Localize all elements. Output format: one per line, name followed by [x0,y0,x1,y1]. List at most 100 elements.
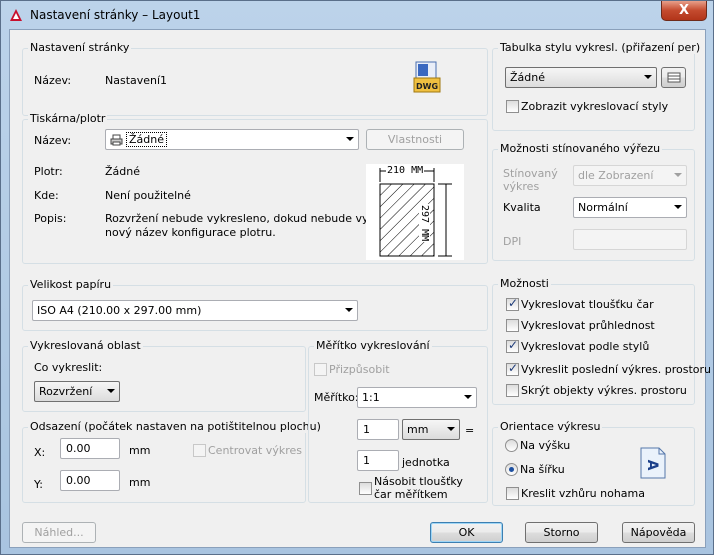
preview-height-label: 297 MM [419,204,430,243]
plot-options-title: Možnosti [498,277,551,290]
plot-style-table-group [492,48,695,131]
scale-unit-select[interactable]: mm [402,419,460,440]
offset-x-input[interactable]: 0.00 [60,438,120,459]
page-setup-dialog: Nastavení stránky – Layout1 X Nastavení … [0,0,714,555]
what-to-plot-value: Rozvržení [39,385,93,398]
plotter-name-select[interactable]: Žádné [105,129,359,150]
plot-with-styles-checkbox[interactable] [506,338,519,353]
offset-x-value: 0.00 [66,442,91,455]
svg-text:A: A [644,460,660,471]
preview-width-label: 210 MM [386,165,425,176]
plot-paperspace-last-checkbox[interactable] [506,361,519,376]
quality-value: Normální [578,201,628,214]
plot-lineweights-checkbox[interactable] [506,296,519,311]
scale-denominator-input[interactable]: 1 [357,450,399,471]
offset-y-label: Y: [34,478,43,491]
cancel-button[interactable]: Storno [525,522,598,543]
offset-y-input[interactable]: 0.00 [60,470,120,491]
description-label: Popis: [34,212,67,225]
window-title: Nastavení stránky – Layout1 [30,8,201,22]
chevron-down-icon [346,137,354,141]
fit-to-paper-checkbox[interactable] [314,363,327,376]
landscape-radio[interactable] [505,463,518,476]
shade-plot-label-line2: výkres [503,180,540,193]
offset-y-value: 0.00 [66,474,91,487]
landscape-label: Na šířku [520,463,565,476]
where-value: Není použitelné [105,189,191,202]
show-plot-styles-label: Zobrazit vykreslovací styly [521,100,669,113]
landscape-orientation-icon: A [640,447,666,479]
paper-size-select[interactable]: ISO A4 (210.00 x 297.00 mm) [32,300,358,321]
paper-size-value: ISO A4 (210.00 x 297.00 mm) [37,304,202,317]
scale-label: Měřítko: [314,391,359,404]
plotter-name-value: Žádné [126,132,167,147]
page-setup-name-value: Nastavení1 [105,74,168,87]
portrait-radio[interactable] [505,439,518,452]
shaded-viewport-title: Možnosti stínovaného výřezu [498,142,663,155]
plot-style-select[interactable]: Žádné [505,67,657,88]
offset-x-unit: mm [129,444,151,457]
drawing-orientation-title: Orientace výkresu [498,420,603,433]
edit-plot-style-button[interactable] [661,67,686,88]
quality-select[interactable]: Normální [573,197,687,218]
equals-sign: = [465,424,475,437]
shade-plot-select[interactable]: dle Zobrazení [573,165,687,186]
plot-scale-title: Měřítko vykreslování [314,339,432,352]
description-line2: nový název konfigurace plotru. [105,226,276,239]
chevron-down-icon [644,75,652,79]
plot-with-styles-label: Vykreslovat podle stylů [521,340,650,353]
dpi-label: DPI [503,235,522,248]
fit-to-paper-label: Přizpůsobit [329,363,390,376]
properties-button[interactable]: Vlastnosti [366,129,464,150]
chevron-down-icon [674,205,682,209]
plot-area-title: Vykreslovaná oblast [28,339,143,352]
scale-numerator-input[interactable]: 1 [357,419,399,440]
plot-paperspace-last-label: Vykreslit poslední výkres. prostoru [521,363,712,376]
dpi-input[interactable] [573,229,687,250]
chevron-down-icon [674,173,682,177]
scale-lineweights-checkbox[interactable] [359,482,372,495]
where-label: Kde: [34,189,59,202]
scale-value: 1:1 [362,391,380,404]
scale-denominator-value: 1 [363,454,370,467]
preview-button[interactable]: Náhled... [22,522,96,543]
page-setup-title: Nastavení stránky [28,41,132,54]
upside-down-checkbox[interactable] [506,487,519,500]
paper-preview [366,164,464,260]
svg-text:DWG: DWG [416,82,438,91]
edit-table-icon [667,72,680,83]
description-line1: Rozvržení nebude vykresleno, dokud nebud… [105,212,394,225]
close-button[interactable]: X [661,1,707,21]
dwg-file-icon: DWG [413,61,441,93]
plotter-name-label: Název: [34,134,72,147]
shade-plot-value: dle Zobrazení [578,169,654,182]
scale-select[interactable]: 1:1 [357,387,477,408]
dialog-body: Nastavení stránky Název: Nastavení1 DWG … [9,29,711,548]
quality-label: Kvalita [503,201,541,214]
chevron-down-icon [464,395,472,399]
portrait-label: Na výšku [520,439,571,452]
plot-transparency-label: Vykreslovat průhlednost [521,319,655,332]
plot-area-group [22,346,306,412]
ok-button[interactable]: OK [430,522,503,543]
plot-style-value: Žádné [510,71,545,84]
help-button[interactable]: Nápověda [622,522,695,543]
printer-icon [110,134,123,146]
plotter-label: Plotr: [34,165,63,178]
title-bar: Nastavení stránky – Layout1 X [1,1,713,29]
show-plot-styles-checkbox[interactable] [506,100,519,113]
scale-lineweights-line2: čar měřítkem [374,488,448,501]
plot-style-table-title: Tabulka stylu vykresl. (přiřazení per) [498,41,703,54]
scale-unit-value: mm [407,423,429,436]
hide-paperspace-objects-checkbox[interactable] [506,384,519,397]
offset-x-label: X: [34,446,46,459]
printer-plotter-title: Tiskárna/plotr [28,112,108,125]
plot-lineweights-label: Vykreslovat tloušťku čar [521,298,654,311]
center-plot-checkbox[interactable] [193,444,206,457]
scale-numerator-value: 1 [363,423,370,436]
page-setup-name-label: Název: [34,74,72,87]
what-to-plot-select[interactable]: Rozvržení [34,381,120,402]
plot-transparency-checkbox[interactable] [506,319,519,332]
scale-lineweights-line1: Násobit tloušťky [374,475,463,488]
offset-y-unit: mm [129,476,151,489]
